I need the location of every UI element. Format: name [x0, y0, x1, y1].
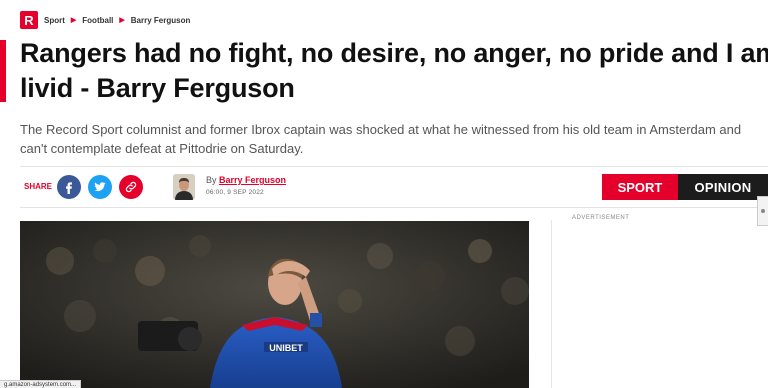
chevron-right-icon: ▶: [70, 17, 77, 24]
author-name-link[interactable]: Barry Ferguson: [219, 175, 286, 185]
link-icon: [125, 181, 137, 193]
byline-prefix: By: [206, 175, 217, 185]
article-headline: Rangers had no fight, no desire, no ange…: [20, 36, 768, 106]
sidebar-divider: [551, 220, 552, 388]
byline: By Barry Ferguson: [206, 175, 286, 185]
share-label: SHARE: [24, 182, 53, 191]
breadcrumb: R Sport ▶ Football ▶ Barry Ferguson: [20, 10, 190, 30]
sport-tag[interactable]: SPORT: [602, 174, 678, 200]
breadcrumb-football[interactable]: Football: [82, 16, 113, 25]
facebook-icon: [66, 182, 72, 194]
twitter-share-button[interactable]: [88, 175, 112, 199]
standfirst-line-1: The Record Sport columnist and former Ib…: [20, 122, 742, 137]
standfirst-line-2: can't contemplate defeat at Pittodrie on…: [20, 141, 304, 156]
publish-timestamp: 06:00, 9 SEP 2022: [206, 189, 264, 196]
dot-icon: [761, 209, 765, 213]
facebook-share-button[interactable]: [57, 175, 81, 199]
author-avatar[interactable]: [173, 174, 195, 200]
twitter-icon: [94, 182, 106, 192]
headline-accent-bar: [0, 40, 6, 102]
article-standfirst: The Record Sport columnist and former Ib…: [20, 120, 768, 158]
divider-bottom: [20, 207, 768, 208]
hero-image: UNIBET: [20, 221, 529, 388]
divider-top: [20, 166, 768, 167]
opinion-tag[interactable]: OPINION: [678, 174, 768, 200]
shirt-sponsor-text: UNIBET: [269, 343, 303, 353]
advertisement-label: ADVERTISEMENT: [572, 215, 630, 221]
browser-status-bar: g.amazon-adsystem.com...: [0, 380, 82, 388]
headline-line-1: Rangers had no fight, no desire, no ange…: [20, 38, 768, 68]
side-widget-tab[interactable]: [757, 196, 768, 226]
copy-link-button[interactable]: [119, 175, 143, 199]
breadcrumb-sport[interactable]: Sport: [44, 16, 65, 25]
breadcrumb-barry-ferguson[interactable]: Barry Ferguson: [131, 16, 191, 25]
advertisement-slot[interactable]: [570, 226, 768, 388]
chevron-right-icon: ▶: [119, 17, 125, 24]
headline-line-2: livid - Barry Ferguson: [20, 73, 295, 103]
site-logo[interactable]: R: [20, 11, 38, 29]
